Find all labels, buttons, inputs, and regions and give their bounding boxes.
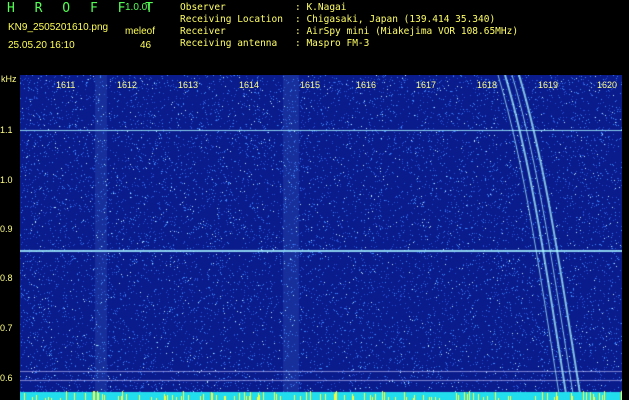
info-label: Observer xyxy=(180,2,226,13)
y-tick-label: 1.1 xyxy=(0,125,13,135)
x-tick-label: 1613 xyxy=(178,80,199,90)
count-label: 46 xyxy=(140,40,152,51)
x-tick-label: 1618 xyxy=(477,80,498,90)
mode-label: meleof xyxy=(125,26,156,37)
info-row-observer: Observer : K.Nagai xyxy=(180,2,518,14)
x-tick-label: 1619 xyxy=(538,80,559,90)
info-label: Receiver xyxy=(180,26,226,37)
x-tick-label: 1612 xyxy=(117,80,138,90)
y-tick-label: 0.6 xyxy=(0,373,13,383)
station-info: Observer : K.Nagai Receiving Location : … xyxy=(180,2,518,50)
info-value: : K.Nagai xyxy=(295,2,347,13)
info-value: : AirSpy mini (Miakejima VOR 108.65MHz) xyxy=(295,26,519,37)
x-tick-label: 1614 xyxy=(239,80,260,90)
x-tick-label: 1616 xyxy=(356,80,377,90)
info-row-antenna: Receiving antenna : Maspro FM-3 xyxy=(180,38,518,50)
y-unit-label: kHz xyxy=(1,74,17,84)
info-label: Receiving antenna xyxy=(180,38,278,49)
filename-label: KN9_2505201610.png xyxy=(8,22,109,33)
x-tick-label: 1615 xyxy=(300,80,321,90)
y-tick-label: 0.9 xyxy=(0,224,13,234)
x-tick-label: 1620 xyxy=(597,80,618,90)
y-tick-label: 1.0 xyxy=(0,175,13,185)
header-panel: H R O F F T 1.0.0f KN9_2505201610.png me… xyxy=(0,0,629,75)
x-tick-label: 1617 xyxy=(416,80,437,90)
info-label: Receiving Location xyxy=(180,14,283,25)
spectrogram-canvas xyxy=(20,75,622,400)
info-value: : Maspro FM-3 xyxy=(295,38,370,49)
spectrogram-panel xyxy=(20,75,622,400)
info-row-location: Receiving Location : Chigasaki, Japan (1… xyxy=(180,14,518,26)
info-row-receiver: Receiver : AirSpy mini (Miakejima VOR 10… xyxy=(180,26,518,38)
x-tick-label: 1611 xyxy=(56,80,76,90)
info-value: : Chigasaki, Japan (139.414 35.340) xyxy=(295,14,496,25)
datetime-label: 25.05.20 16:10 xyxy=(8,40,75,51)
y-tick-label: 0.7 xyxy=(0,323,13,333)
y-tick-label: 0.8 xyxy=(0,273,13,283)
version-label: 1.0.0f xyxy=(125,2,151,13)
